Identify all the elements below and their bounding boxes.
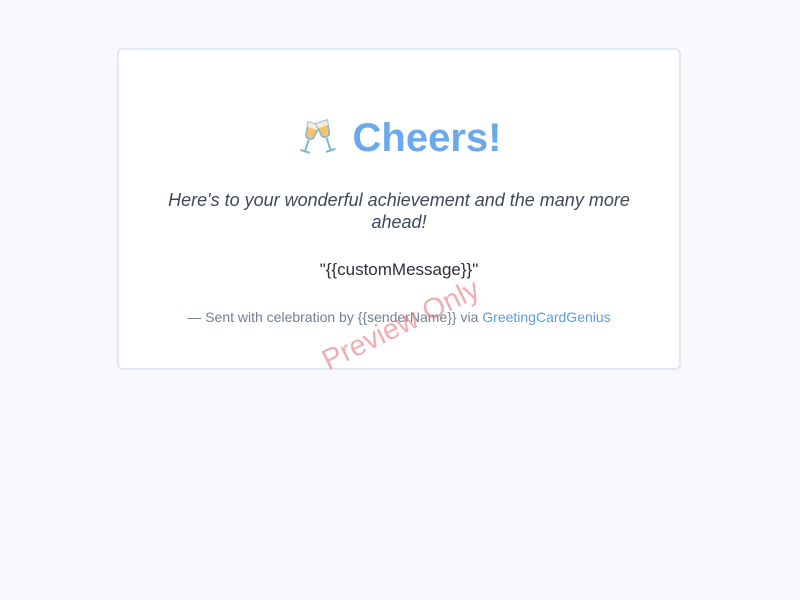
title-row: Cheers!	[119, 114, 679, 162]
card-subtitle: Here's to your wonderful achievement and…	[168, 190, 630, 232]
greeting-card: Cheers! Here's to your wonderful achieve…	[117, 48, 681, 377]
card-title: Cheers!	[352, 116, 502, 160]
clinking-glasses-icon	[299, 119, 336, 154]
card-footer: — Sent with celebration by {{senderName}…	[119, 308, 679, 326]
custom-message: "{{customMessage}}"	[319, 260, 479, 279]
greetingcardgenius-link[interactable]: GreetingCardGenius	[482, 309, 610, 325]
footer-text: — Sent with celebration by {{senderName}…	[187, 309, 483, 325]
